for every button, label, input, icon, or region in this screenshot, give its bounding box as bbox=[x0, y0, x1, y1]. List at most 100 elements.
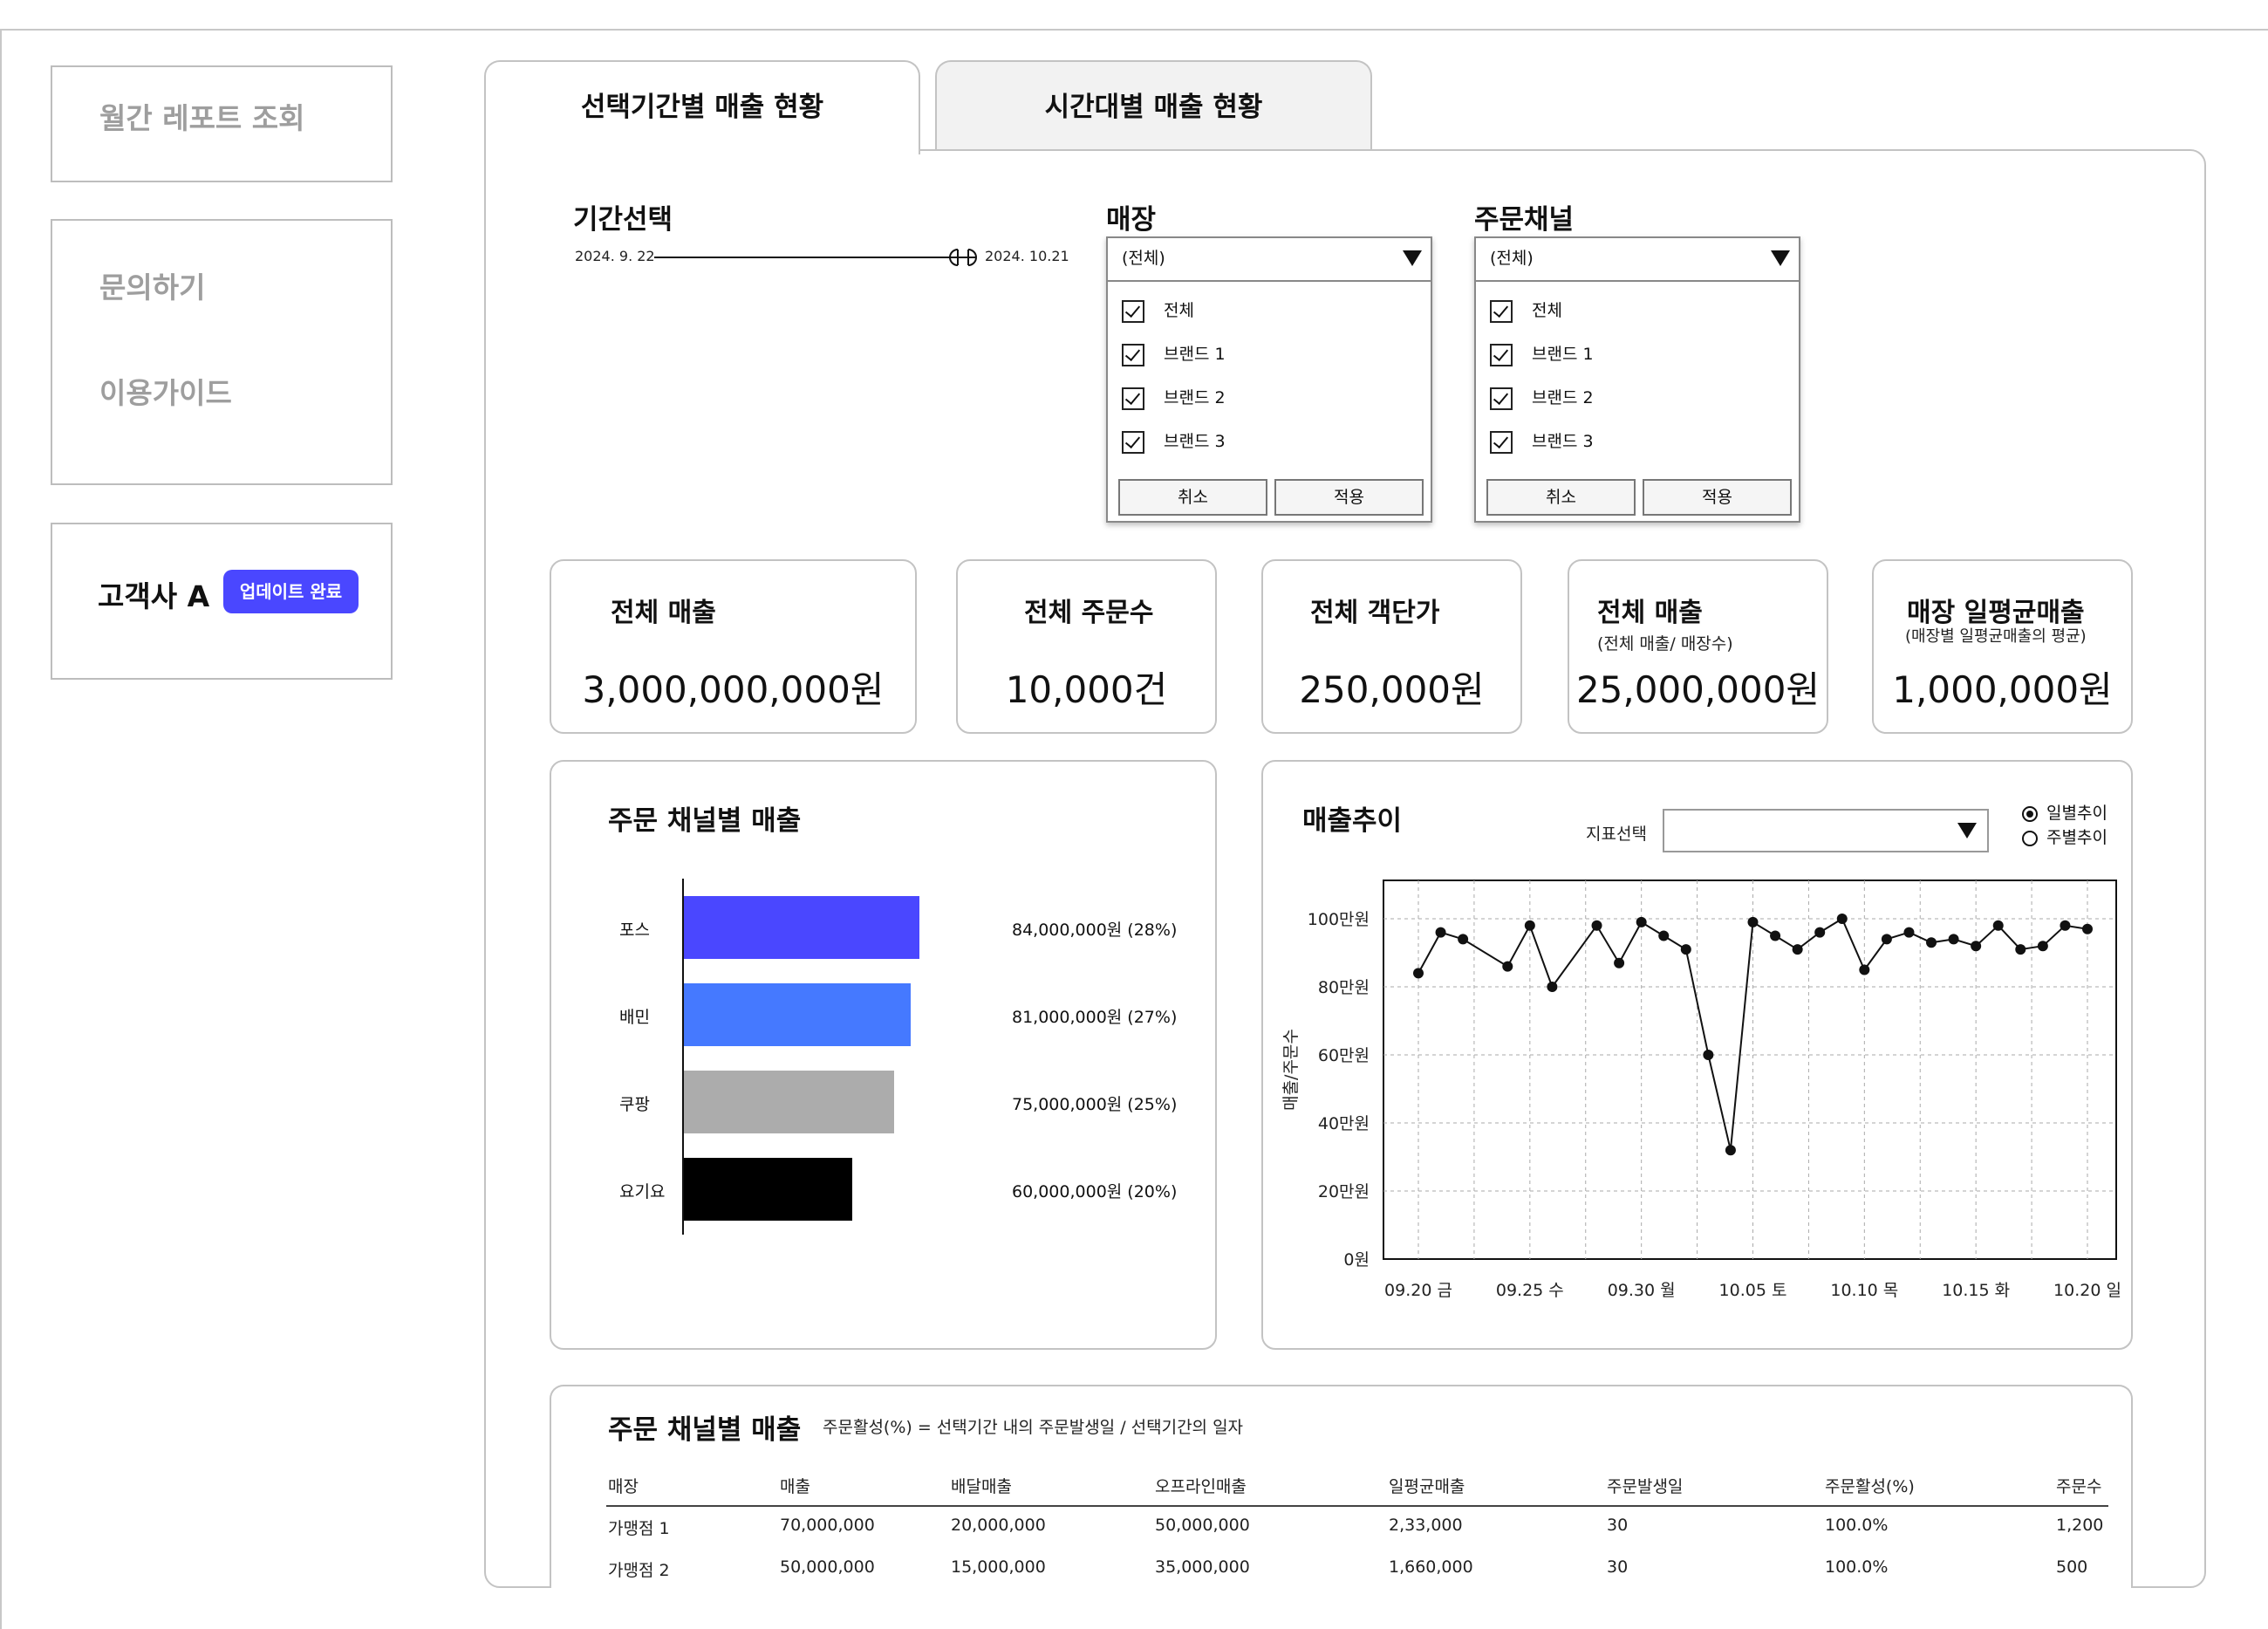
bar bbox=[684, 1158, 852, 1221]
channel-select[interactable]: (전체) bbox=[1476, 238, 1799, 282]
trend-point bbox=[1502, 961, 1513, 972]
kpi-title: 전체 주문수 bbox=[1024, 598, 1154, 628]
bar-category-label: 쿠팡 bbox=[619, 1095, 650, 1114]
kpi-value: 1,000,000원 bbox=[1892, 668, 2113, 711]
kpi-card-store-daily-avg: 매장 일평균매출 (매장별 일평균매출의 평균) 1,000,000원 bbox=[1872, 559, 2133, 734]
y-tick-label: 0원 bbox=[1343, 1250, 1370, 1270]
channel-option[interactable]: 브랜드 1 bbox=[1490, 341, 1594, 367]
checkbox-checked-icon[interactable] bbox=[1490, 387, 1513, 410]
trend-point bbox=[1524, 920, 1535, 931]
table-cell: 50,000,000 bbox=[1155, 1516, 1250, 1535]
channel-option-label: 브랜드 1 bbox=[1532, 345, 1594, 364]
trend-point bbox=[1658, 930, 1670, 941]
store-option[interactable]: 전체 bbox=[1122, 298, 1194, 324]
table-cell: 50,000,000 bbox=[780, 1557, 875, 1577]
trend-point bbox=[1836, 914, 1848, 924]
trend-point bbox=[1435, 927, 1446, 938]
y-tick-label: 80만원 bbox=[1318, 978, 1370, 997]
kpi-subtitle: (전체 매출/ 매장수) bbox=[1597, 634, 1733, 654]
checkbox-checked-icon[interactable] bbox=[1122, 430, 1144, 454]
store-option-label: 브랜드 3 bbox=[1164, 432, 1226, 451]
trend-point bbox=[1680, 944, 1691, 955]
kpi-card-avg-order-value: 전체 객단가 250,000원 bbox=[1261, 559, 1522, 734]
store-option[interactable]: 브랜드 2 bbox=[1122, 385, 1226, 411]
bar-value-label: 81,000,000원 (27%) bbox=[1012, 1008, 1178, 1027]
channel-option-label: 브랜드 2 bbox=[1532, 388, 1594, 407]
checkbox-checked-icon[interactable] bbox=[1122, 343, 1144, 366]
trend-point bbox=[1413, 968, 1424, 979]
x-tick-label: 10.05 토 bbox=[1719, 1281, 1787, 1300]
x-tick-label: 10.15 화 bbox=[1942, 1281, 2010, 1300]
x-tick-label: 09.30 월 bbox=[1608, 1281, 1676, 1300]
update-status-badge: 업데이트 완료 bbox=[223, 570, 359, 613]
period-label: 기간선택 bbox=[573, 204, 673, 236]
bar-category-label: 포스 bbox=[619, 921, 650, 940]
channel-bar-chart: 포스 84,000,000원 (28%) 배민 81,000,000원 (27%) 쿠팡… bbox=[551, 762, 1215, 1348]
bar-value-label: 84,000,000원 (28%) bbox=[1012, 921, 1178, 940]
trend-point bbox=[2082, 923, 2093, 934]
trend-point bbox=[1703, 1050, 1714, 1060]
tab-period-sales[interactable]: 선택기간별 매출 현황 bbox=[484, 60, 920, 154]
x-tick-label: 10.10 목 bbox=[1830, 1281, 1898, 1300]
x-tick-label: 10.20 일 bbox=[2053, 1281, 2121, 1300]
store-cancel-button[interactable]: 취소 bbox=[1118, 479, 1267, 516]
store-option[interactable]: 브랜드 3 bbox=[1122, 428, 1226, 455]
bar-category-label: 요기요 bbox=[619, 1182, 666, 1201]
bar-value-label: 75,000,000원 (25%) bbox=[1012, 1095, 1178, 1114]
channel-sales-panel: 주문 채널별 매출 포스 84,000,000원 (28%) 배민 81,000,00… bbox=[550, 760, 1217, 1350]
table-cell: 15,000,000 bbox=[951, 1557, 1046, 1577]
checkbox-checked-icon[interactable] bbox=[1122, 299, 1144, 323]
channel-filter-dropdown: (전체) 전체 브랜드 1 브랜드 2 브랜드 3 취소 적용 bbox=[1474, 236, 1800, 523]
chevron-down-icon[interactable] bbox=[1403, 250, 1422, 266]
checkbox-checked-icon[interactable] bbox=[1490, 299, 1513, 323]
trend-point bbox=[1814, 927, 1826, 938]
kpi-value: 10,000건 bbox=[1005, 668, 1168, 711]
bar-category-label: 배민 bbox=[619, 1008, 650, 1027]
channel-cancel-button[interactable]: 취소 bbox=[1486, 479, 1636, 516]
table-row[interactable]: 가맹점 2 50,000,000 15,000,000 35,000,000 1,660… bbox=[551, 1557, 2131, 1588]
channel-option-label: 브랜드 3 bbox=[1532, 432, 1594, 451]
tab-hourly-sales[interactable]: 시간대별 매출 현황 bbox=[935, 60, 1372, 151]
channel-apply-button[interactable]: 적용 bbox=[1643, 479, 1792, 516]
kpi-card-sales-per-store: 전체 매출 (전체 매출/ 매장수) 25,000,000원 bbox=[1568, 559, 1828, 734]
trend-point bbox=[2037, 941, 2048, 952]
kpi-card-total-sales: 전체 매출 3,000,000,000원 bbox=[550, 559, 917, 734]
kpi-value: 25,000,000원 bbox=[1575, 668, 1821, 711]
monthly-report-link[interactable]: 월간 레포트 조회 bbox=[99, 95, 305, 137]
kpi-value: 250,000원 bbox=[1299, 668, 1485, 711]
client-box: 고객사 A 업데이트 완료 bbox=[51, 523, 393, 680]
table-cell: 가맹점 2 bbox=[608, 1561, 670, 1580]
trend-point bbox=[1591, 920, 1602, 931]
table-cell: 2,33,000 bbox=[1389, 1516, 1463, 1535]
trend-point bbox=[1971, 941, 1982, 952]
y-tick-label: 40만원 bbox=[1318, 1114, 1370, 1133]
period-range-slider[interactable] bbox=[652, 244, 984, 270]
trend-point bbox=[1747, 916, 1759, 927]
table-cell: 70,000,000 bbox=[780, 1516, 875, 1535]
store-option[interactable]: 브랜드 1 bbox=[1122, 341, 1226, 367]
table-body: 가맹점 1 70,000,000 20,000,000 50,000,000 2,33,… bbox=[551, 1386, 2131, 1588]
chevron-down-icon[interactable] bbox=[1771, 250, 1790, 266]
sales-trend-panel: 매출추이 지표선택 일별추이 주별추이 0원 20만원 40만원 60만원 80만원 10… bbox=[1261, 760, 2133, 1350]
kpi-title: 전체 매출 bbox=[1597, 598, 1703, 628]
inquiry-link[interactable]: 문의하기 bbox=[99, 264, 205, 306]
channel-option[interactable]: 전체 bbox=[1490, 298, 1562, 324]
table-cell: 1,200 bbox=[2056, 1516, 2104, 1535]
kpi-title: 전체 매출 bbox=[611, 598, 716, 628]
monthly-report-box[interactable]: 월간 레포트 조회 bbox=[51, 65, 393, 182]
channel-filter-label: 주문채널 bbox=[1474, 204, 1575, 236]
checkbox-checked-icon[interactable] bbox=[1490, 343, 1513, 366]
trend-point bbox=[1547, 982, 1558, 992]
store-apply-button[interactable]: 적용 bbox=[1274, 479, 1424, 516]
channel-option[interactable]: 브랜드 2 bbox=[1490, 385, 1594, 411]
store-select[interactable]: (전체) bbox=[1108, 238, 1431, 282]
table-cell: 1,660,000 bbox=[1389, 1557, 1473, 1577]
table-row[interactable]: 가맹점 1 70,000,000 20,000,000 50,000,000 2,33,… bbox=[551, 1516, 2131, 1550]
checkbox-checked-icon[interactable] bbox=[1490, 430, 1513, 454]
period-start-date: 2024. 9. 22 bbox=[575, 248, 655, 264]
guide-link[interactable]: 이용가이드 bbox=[99, 370, 232, 412]
trend-point bbox=[1926, 937, 1937, 948]
trend-point bbox=[1992, 920, 2004, 931]
checkbox-checked-icon[interactable] bbox=[1122, 387, 1144, 410]
channel-option[interactable]: 브랜드 3 bbox=[1490, 428, 1594, 455]
